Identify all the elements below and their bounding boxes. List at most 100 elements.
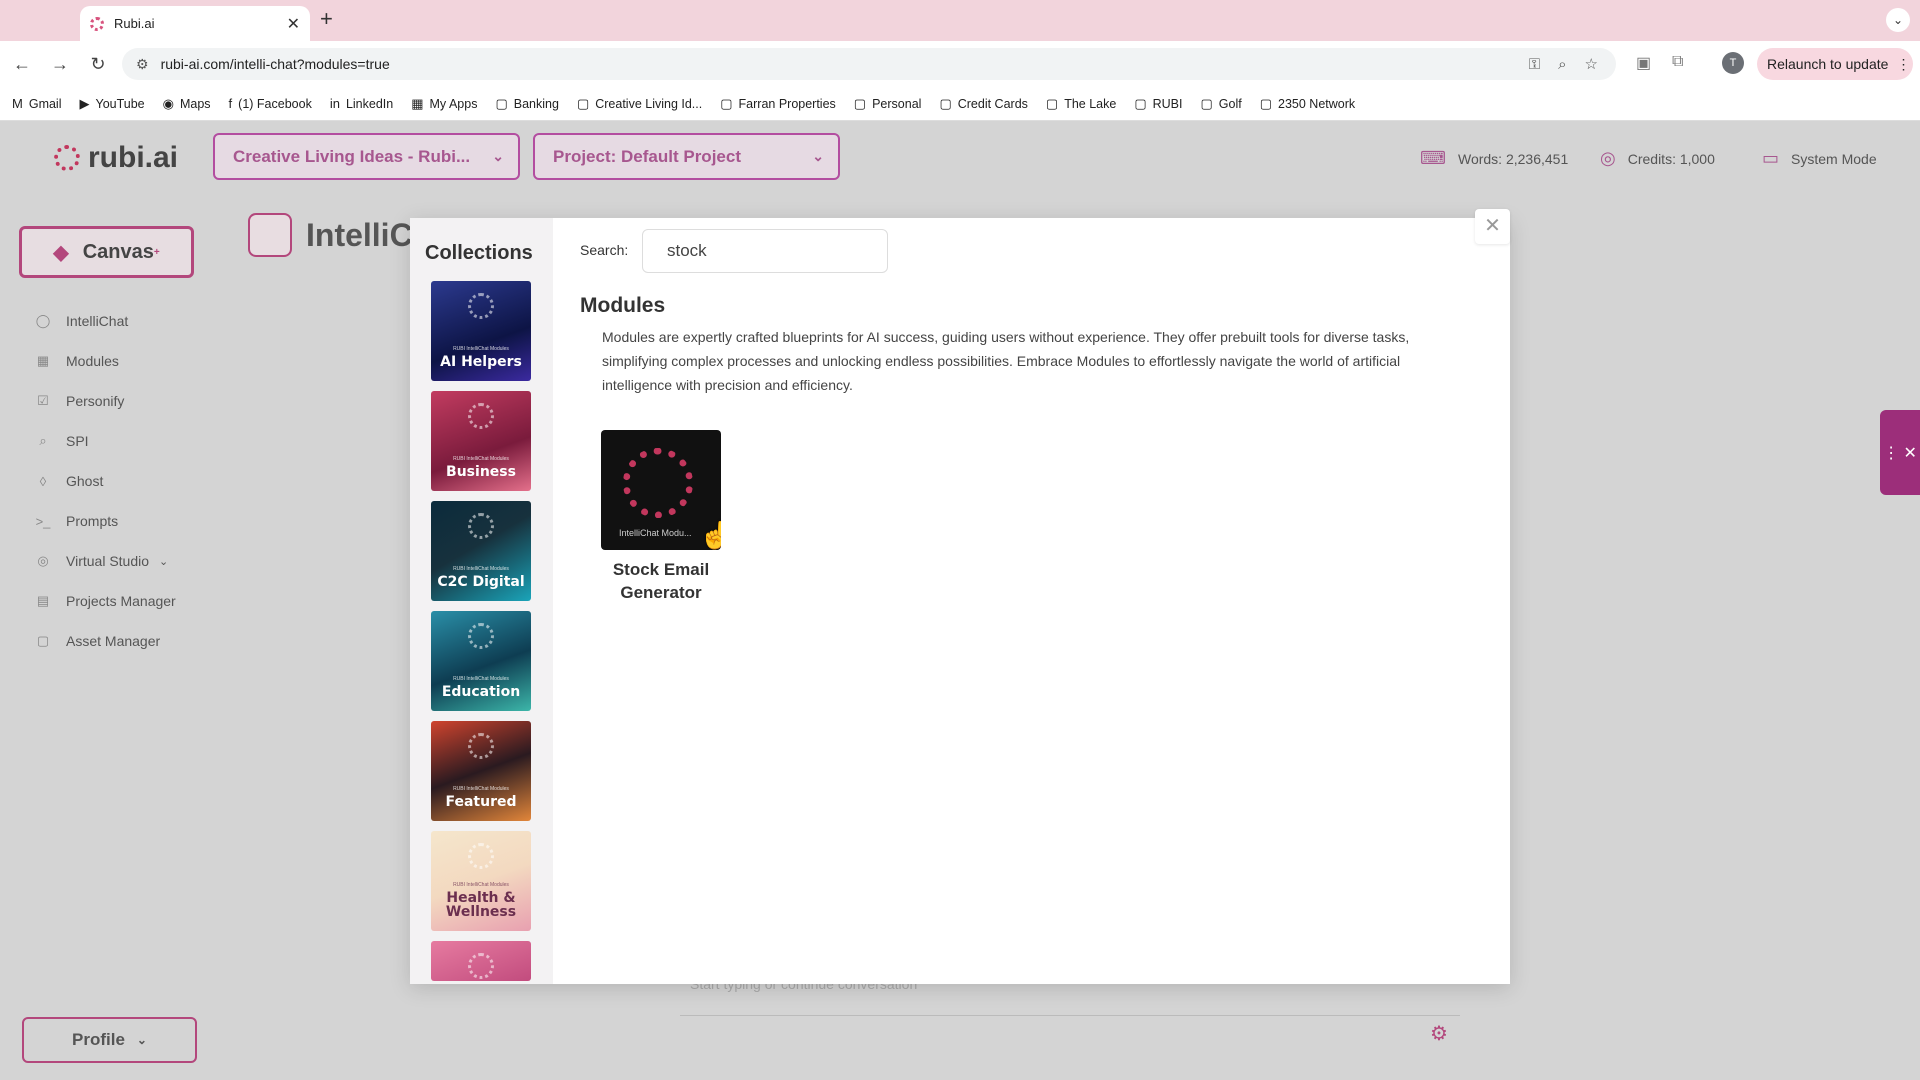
sidebar-item-spi[interactable]: ⌕ SPI <box>34 421 176 461</box>
search-input[interactable] <box>642 229 888 273</box>
reload-icon[interactable]: ↻ <box>82 54 114 75</box>
personify-icon: ☑ <box>37 393 49 408</box>
sidebar-item-label: SPI <box>66 433 89 449</box>
bookmark-item[interactable]: f (1) Facebook <box>229 96 312 111</box>
browser-tab[interactable]: Rubi.ai ✕ <box>80 6 310 41</box>
sidebar-item-asset-manager[interactable]: ▢ Asset Manager <box>34 621 176 661</box>
tools-icon: ⋮ ✕ <box>1883 444 1917 462</box>
collection-tile[interactable]: RUBI IntelliChat Modules Featured <box>431 721 531 821</box>
close-tab-icon[interactable]: ✕ <box>287 14 300 34</box>
collections-title: Collections <box>425 242 533 264</box>
site-info-icon[interactable]: ⚙ <box>136 56 149 73</box>
bookmark-item[interactable]: ▢ RUBI <box>1134 96 1182 112</box>
bookmark-item[interactable]: ▢ Farran Properties <box>720 96 836 112</box>
collection-tile[interactable]: RUBI IntelliChat Modules AI Helpers <box>431 281 531 381</box>
sidebar-item-intellichat[interactable]: ◯ IntelliChat <box>34 301 176 341</box>
folder-icon: ▢ <box>36 633 50 648</box>
module-thumbnail[interactable]: IntelliChat Modu... ☝ <box>601 430 721 550</box>
sidebar-item-modules[interactable]: ▦ Modules <box>34 341 176 381</box>
youtube-icon: ▶ <box>79 95 90 111</box>
canvas-button[interactable]: ◆ Canvas + <box>19 226 194 278</box>
intellichat-logo-icon <box>468 953 494 979</box>
zoom-icon[interactable]: ⌕ <box>1558 56 1566 73</box>
bookmark-label: Banking <box>513 96 559 111</box>
folder-icon: ▢ <box>1259 95 1273 111</box>
collection-subtitle: RUBI IntelliChat Modules <box>453 566 509 572</box>
more-menu-icon[interactable]: ⋮ <box>1896 56 1910 73</box>
bookmark-item[interactable]: ▢ Credit Cards <box>939 96 1027 112</box>
back-icon[interactable]: ← <box>6 54 38 75</box>
module-title[interactable]: Stock Email Generator <box>590 558 732 604</box>
address-bar[interactable]: ⚙ rubi-ai.com/intelli-chat?modules=true … <box>122 48 1616 80</box>
bookmark-item[interactable]: ▢ Golf <box>1201 96 1242 112</box>
close-modal-icon[interactable]: ✕ <box>1475 209 1510 244</box>
intellichat-logo-icon <box>468 843 494 869</box>
maps-icon: ◉ <box>162 95 174 111</box>
system-mode-toggle[interactable]: ▭ System Mode <box>1762 148 1877 169</box>
chat-icon: ◯ <box>35 313 51 328</box>
bookmark-item[interactable]: ▦ My Apps <box>411 96 477 112</box>
browser-profile-avatar[interactable]: T <box>1722 52 1744 74</box>
relaunch-label: Relaunch to update <box>1767 56 1889 72</box>
spi-icon: ⌕ <box>39 433 47 448</box>
collection-tile[interactable]: RUBI IntelliChat Modules C2C Digital <box>431 501 531 601</box>
bookmark-item[interactable]: ▢ Banking <box>495 96 558 112</box>
folder-icon: ▢ <box>1200 95 1213 111</box>
bookmark-label: My Apps <box>429 96 478 111</box>
system-mode-label: System Mode <box>1791 150 1877 167</box>
collection-tile[interactable]: RUBI IntelliChat Modules Education <box>431 611 531 711</box>
profile-button[interactable]: Profile ⌄ <box>22 1017 197 1063</box>
bookmark-item[interactable]: ◉ Maps <box>163 96 211 112</box>
bookmark-item[interactable]: in LinkedIn <box>330 96 393 111</box>
collection-tile[interactable] <box>431 941 531 981</box>
password-key-icon[interactable]: ⚿ <box>1529 56 1540 73</box>
browser-tab-bar: Rubi.ai ✕ + ⌄ <box>0 0 1920 41</box>
bookmark-item[interactable]: ▢ Personal <box>854 96 922 112</box>
collection-subtitle: RUBI IntelliChat Modules <box>453 882 509 888</box>
forward-icon[interactable]: → <box>44 54 76 75</box>
new-tab-icon[interactable]: + <box>320 6 333 32</box>
collection-subtitle: RUBI IntelliChat Modules <box>453 786 509 792</box>
project-select[interactable]: Project: Default Project ⌄ <box>533 133 840 180</box>
sidebar-item-personify[interactable]: ☑ Personify <box>34 381 176 421</box>
bookmark-label: Farran Properties <box>738 96 836 111</box>
rubi-favicon-icon <box>90 16 104 31</box>
bookmark-item[interactable]: M Gmail <box>12 96 62 111</box>
collection-tile[interactable]: RUBI IntelliChat Modules Health & Wellnes… <box>431 831 531 931</box>
sidebar-item-projects-manager[interactable]: ▤ Projects Manager <box>34 581 176 621</box>
settings-gear-icon[interactable]: ⚙ <box>1430 1021 1448 1046</box>
collection-tile[interactable]: RUBI IntelliChat Modules Business <box>431 391 531 491</box>
folder-icon: ▢ <box>939 95 952 111</box>
bookmark-label: (1) Facebook <box>238 96 312 111</box>
workspace-select[interactable]: Creative Living Ideas - Rubi... ⌄ <box>213 133 520 180</box>
bookmark-label: Golf <box>1218 96 1242 111</box>
bookmark-label: The Lake <box>1064 96 1117 111</box>
bookmark-item[interactable]: ▶ YouTube <box>80 96 145 112</box>
rubi-logo[interactable]: rubi.ai <box>54 141 178 175</box>
apps-icon: ▦ <box>411 95 424 111</box>
chevron-down-icon: ⌄ <box>492 148 504 164</box>
ghost-icon: ◊ <box>39 473 47 489</box>
tab-search-icon[interactable]: ⌄ <box>1886 8 1910 32</box>
side-panel-toggle[interactable]: ⋮ ✕ <box>1880 410 1920 495</box>
extensions-puzzle-icon[interactable]: ⧉ <box>1672 53 1683 71</box>
url-text[interactable]: rubi-ai.com/intelli-chat?modules=true <box>161 56 1529 72</box>
bookmark-item[interactable]: ▢ The Lake <box>1046 96 1116 112</box>
collection-label: AI Helpers <box>440 354 522 370</box>
relaunch-button[interactable]: Relaunch to update ⋮ <box>1757 48 1913 80</box>
bookmark-label: Credit Cards <box>957 96 1028 111</box>
module-card[interactable]: IntelliChat Modu... ☝ Stock Email Genera… <box>590 430 732 604</box>
canvas-icon: ◆ <box>53 241 69 264</box>
sidebar-item-virtual-studio[interactable]: ◎ Virtual Studio ⌄ <box>34 541 176 581</box>
sidebar-item-prompts[interactable]: >_ Prompts <box>34 501 176 541</box>
sidebar-item-ghost[interactable]: ◊ Ghost <box>34 461 176 501</box>
bookmark-item[interactable]: ▢ 2350 Network <box>1260 96 1355 112</box>
intellichat-logo-icon <box>623 448 693 518</box>
bookmark-item[interactable]: ▢ Creative Living Id... <box>577 96 702 112</box>
hand-cursor-icon: ☝ <box>699 520 721 550</box>
bookmark-star-icon[interactable]: ☆ <box>1585 55 1598 73</box>
bookmark-label: Creative Living Id... <box>595 96 703 111</box>
folder-icon: ▢ <box>720 95 733 111</box>
extension-icon[interactable]: ▣ <box>1636 53 1651 73</box>
modules-heading: Modules <box>580 294 666 317</box>
